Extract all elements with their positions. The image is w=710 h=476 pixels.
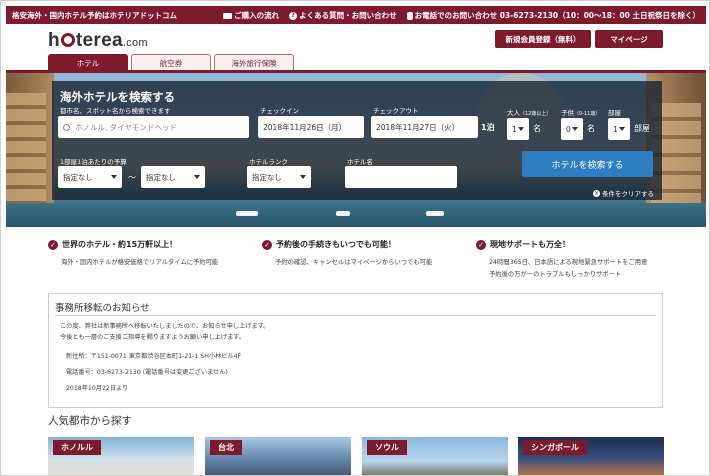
notice-phone: 電話番号：03-6273-2130 (電話番号は変更ございません) (66, 369, 228, 376)
city-card-taipei[interactable]: 台北 (205, 437, 351, 475)
hotel-name-label: ホテル名 (347, 158, 373, 166)
phone-contact: お電話でのお問い合わせ 03-6273-2130（10：00～18：00 土日祝… (406, 10, 700, 21)
hero-water (6, 203, 706, 227)
checkout-label: チェックアウト (373, 107, 419, 115)
question-icon: ? (289, 11, 298, 20)
chevron-down-icon (300, 175, 306, 179)
destination-input[interactable]: ホノルル, ダイヤモンドヘッド (58, 116, 249, 138)
tab-flights[interactable]: 航空券 (131, 54, 211, 71)
search-title: 海外ホテルを検索する (60, 90, 175, 104)
city-card-singapore[interactable]: シンガポール (518, 437, 664, 475)
check-icon: ✓ (262, 239, 272, 250)
chevron-down-icon (194, 175, 200, 179)
phone-number: 03-6273-2130 (499, 10, 559, 20)
popular-cities-title: 人気都市から探す (48, 415, 132, 427)
notice-title: 事務所移転のお知らせ (55, 303, 150, 314)
phone-icon (406, 11, 413, 20)
nights-count: 1泊 (481, 123, 495, 132)
tagline: 格安海外・国内ホテル予約はホテリアドットコム (12, 10, 177, 20)
cart-icon (223, 12, 233, 19)
product-tabs: ホテル 航空券 海外旅行保険 (48, 54, 294, 71)
hotel-name-input[interactable] (345, 166, 457, 188)
check-icon: ✓ (476, 239, 486, 250)
page-frame: 格安海外・国内ホテル予約はホテリアドットコム ご購入の流れ ? よくある質問・お問… (0, 0, 710, 476)
tab-travel-insurance[interactable]: 海外旅行保険 (214, 54, 294, 71)
faq-link[interactable]: ? よくある質問・お問い合わせ (289, 10, 397, 21)
hotel-rank-select[interactable]: 指定なし (247, 166, 311, 188)
city-card-seoul[interactable]: ソウル (362, 437, 508, 475)
mypage-button[interactable]: マイページ (595, 30, 663, 48)
budget-label: 1部屋1泊あたりの予算 (60, 158, 127, 166)
chevron-down-icon (111, 175, 117, 179)
children-label: 子供（0-11歳） (561, 109, 601, 117)
search-icon (63, 123, 70, 131)
purchase-flow-link[interactable]: ご購入の流れ (223, 10, 279, 21)
notice-box: 事務所移転のお知らせ この度、弊社は新事務所へ移転いたしましたので、お知らせ申し… (48, 293, 663, 408)
check-icon: ✓ (48, 239, 58, 250)
site-logo[interactable]: hotereahterea.com (48, 30, 148, 52)
business-hours: （10：00～18：00 土日祝祭日を除く） (558, 10, 700, 20)
chevron-down-icon (619, 127, 625, 131)
feature-manage: ✓ 予約後の手続きもいつでも可能！ 予約の確認、キャンセルはマイページからいつでも… (262, 239, 472, 269)
notice-address: 新住所：〒151-0071 東京都渋谷区本町1-21-1 SH小林ビル4F (66, 353, 242, 360)
hotel-rank-label: ホテルランク (249, 158, 288, 166)
clear-conditions-link[interactable]: × 条件をクリアする (593, 188, 654, 198)
checkin-label: チェックイン (260, 107, 299, 115)
rooms-label: 部屋 (608, 109, 621, 117)
notice-date: 2018年10月22日より (66, 385, 129, 392)
city-card-honolulu[interactable]: ホノルル (48, 437, 194, 475)
hotel-search-panel: 海外ホテルを検索する 都市名、スポット名から検索できます ホノルル, ダイヤモン… (52, 81, 662, 200)
destination-label: 都市名、スポット名から検索できます (60, 107, 171, 115)
close-icon: × (593, 189, 600, 197)
adults-select[interactable]: 1 (507, 118, 529, 140)
search-hotels-button[interactable]: ホテルを検索する (522, 151, 653, 177)
chevron-down-icon (518, 127, 524, 131)
checkin-date-input[interactable]: 2018年11月26日（月） (258, 116, 364, 138)
adults-label: 大人（12歳以上） (507, 109, 552, 117)
rooms-select[interactable]: 1 (608, 118, 630, 140)
budget-max-select[interactable]: 指定なし (141, 166, 205, 188)
budget-min-select[interactable]: 指定なし (58, 166, 122, 188)
checkout-date-input[interactable]: 2018年11月27日（火） (371, 116, 478, 138)
top-bar: 格安海外・国内ホテル予約はホテリアドットコム ご購入の流れ ? よくある質問・お問… (6, 6, 706, 24)
feature-support: ✓ 現地サポートも万全！ 24時間365日、日本語による現地緊急サポートをご用意予… (476, 239, 701, 281)
feature-hotels: ✓ 世界のホテル・約15万軒以上！ 海外・国内ホテルが格安価格でリアルタイムに予約… (48, 239, 258, 269)
chevron-down-icon (572, 127, 578, 131)
tab-hotel[interactable]: ホテル (48, 54, 128, 71)
children-select[interactable]: 0 (561, 118, 583, 140)
register-button[interactable]: 新規会員登録（無料） (495, 30, 591, 48)
